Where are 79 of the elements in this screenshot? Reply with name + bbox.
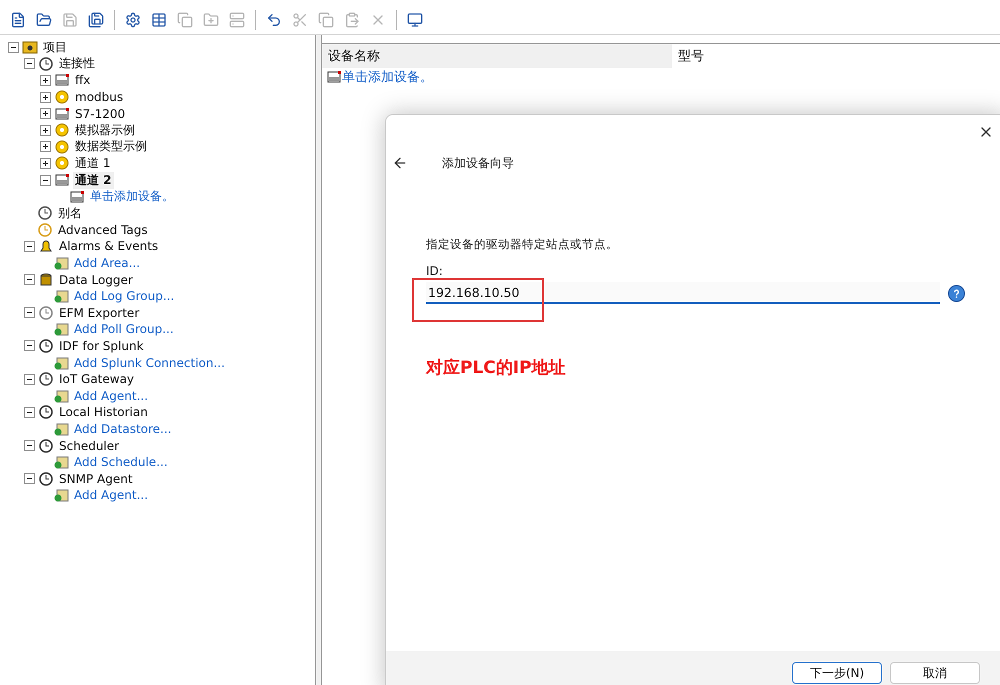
new-file-icon	[10, 12, 26, 28]
expander-toggle[interactable]	[8, 42, 19, 53]
tree-item[interactable]: EFM Exporter	[57, 306, 142, 320]
cut-icon	[292, 12, 308, 28]
expander-toggle[interactable]	[24, 340, 35, 352]
tree-item[interactable]: IDF for Splunk	[57, 338, 146, 353]
tree-item[interactable]: modbus	[73, 90, 126, 104]
add-link[interactable]: Add Area...	[72, 256, 142, 270]
tree-item[interactable]: 通道 2	[73, 172, 114, 189]
description-text: 指定设备的驱动器特定站点或节点。	[426, 237, 619, 252]
database-icon	[38, 272, 54, 288]
back-arrow-icon	[392, 155, 408, 171]
tree-item[interactable]: ffx	[73, 73, 92, 88]
tree-item[interactable]: Scheduler	[57, 438, 122, 453]
add-link[interactable]: Add Agent...	[72, 388, 150, 403]
add-device-icon	[326, 69, 342, 85]
expander-toggle[interactable]	[24, 374, 35, 385]
add-link[interactable]: Add Poll Group...	[72, 322, 176, 336]
expander-toggle[interactable]	[40, 92, 51, 103]
add-link[interactable]: Add Log Group...	[72, 289, 176, 304]
open-folder-icon	[36, 12, 52, 28]
expander-toggle[interactable]	[24, 274, 35, 286]
undo-icon	[266, 12, 282, 28]
copy-icon	[177, 12, 193, 28]
server-icon	[229, 12, 245, 28]
expander-toggle[interactable]	[40, 108, 51, 120]
column-header[interactable]: 设备名称	[322, 44, 672, 68]
folder-plus-icon	[203, 12, 219, 28]
channel-icon	[54, 172, 70, 188]
expander-toggle[interactable]	[40, 124, 51, 136]
tree-item[interactable]: IoT Gateway	[57, 372, 136, 386]
add-link[interactable]: Add Datastore...	[72, 422, 174, 436]
expander-toggle[interactable]	[24, 307, 35, 318]
cancel-button[interactable]: 取消	[890, 662, 980, 684]
tree-item[interactable]: 模拟器示例	[73, 122, 137, 139]
help-icon[interactable]	[948, 284, 965, 302]
expander-toggle[interactable]	[24, 240, 35, 252]
annotation-text: 对应PLC的IP地址	[426, 357, 567, 379]
grid-icon	[151, 12, 167, 28]
expander-toggle[interactable]	[24, 473, 35, 484]
add-link[interactable]: Add Splunk Connection...	[72, 356, 227, 370]
expander-toggle[interactable]	[24, 406, 35, 418]
tree-item[interactable]: 项目	[41, 38, 69, 56]
expander-toggle[interactable]	[40, 158, 51, 169]
tree-item[interactable]: 别名	[56, 204, 84, 222]
expander-toggle[interactable]	[40, 174, 51, 186]
tree-item[interactable]: Alarms & Events	[57, 239, 160, 254]
tree-item[interactable]: Advanced Tags	[56, 222, 150, 237]
project-icon	[22, 39, 38, 56]
monitor-icon	[407, 12, 423, 28]
save-as-icon	[88, 12, 104, 28]
next-button[interactable]: 下一步(N)	[792, 662, 882, 684]
field-label: ID:	[426, 264, 444, 278]
add-link[interactable]: Add Agent...	[72, 488, 150, 502]
expander-toggle[interactable]	[40, 141, 51, 152]
copy-icon	[318, 12, 334, 28]
tree-item[interactable]: 数据类型示例	[73, 138, 149, 156]
paste-icon	[344, 12, 360, 28]
id-input-field[interactable]: 192.168.10.50	[426, 282, 940, 304]
bell-icon	[38, 238, 54, 254]
save-icon	[62, 12, 78, 28]
tree-item[interactable]: Local Historian	[57, 405, 150, 420]
back-button[interactable]	[392, 155, 408, 171]
expander-toggle[interactable]	[40, 74, 51, 86]
expander-toggle[interactable]	[24, 440, 35, 452]
tree-item[interactable]: S7-1200	[73, 106, 128, 121]
tree-item[interactable]: SNMP Agent	[57, 472, 135, 486]
history-icon	[38, 404, 54, 420]
dialog-title: 添加设备向导	[442, 154, 514, 172]
channel-icon	[54, 72, 70, 88]
tree-item[interactable]: 连接性	[57, 55, 97, 72]
add-folder-icon	[53, 255, 69, 272]
expander-toggle[interactable]	[24, 58, 35, 70]
tree-item[interactable]: 通道 1	[73, 154, 112, 172]
add-device-icon	[69, 188, 85, 205]
add-link[interactable]: Add Schedule...	[72, 455, 170, 470]
tree-item[interactable]: Data Logger	[57, 272, 135, 287]
add-link[interactable]: 单击添加设备。	[88, 188, 176, 206]
add-link[interactable]: 单击添加设备。	[342, 68, 433, 86]
